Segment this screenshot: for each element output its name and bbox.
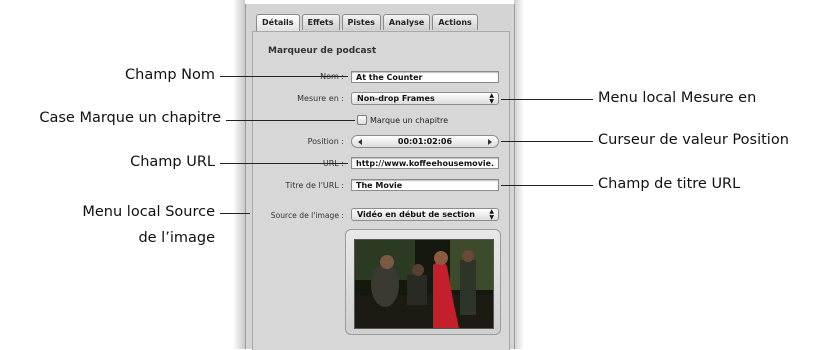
url-field[interactable]: http://www.koffeehousemovie. [351, 157, 499, 169]
mesure-popup[interactable]: Non-drop Frames ▲ ▼ [351, 92, 499, 105]
callout-line-chapitre [226, 120, 355, 121]
panel-shadow-right [514, 0, 524, 349]
callout-line-source [220, 213, 250, 214]
callout-champ-nom: Champ Nom [125, 67, 215, 83]
mesure-popup-value: Non-drop Frames [357, 94, 435, 103]
callout-champ-titre-url: Champ de titre URL [598, 176, 741, 192]
titre-url-field[interactable]: The Movie [351, 179, 499, 191]
callout-menu-source-1: Menu local Source [82, 204, 215, 220]
position-label: Position : [307, 137, 344, 146]
position-value: 00:01:02:06 [397, 137, 453, 146]
right-arrow-icon[interactable] [488, 139, 492, 145]
chapter-checkbox-label: Marque un chapitre [370, 116, 449, 125]
callout-line-url [220, 163, 348, 164]
position-value-slider[interactable]: 00:01:02:06 [351, 135, 499, 148]
nom-field[interactable]: At the Counter [351, 71, 499, 83]
titre-url-label: Titre de l'URL : [285, 181, 344, 190]
chapter-checkbox[interactable] [357, 115, 367, 125]
callout-menu-mesure: Menu local Mesure en [598, 90, 757, 106]
callout-line-position [501, 141, 593, 142]
callout-champ-url: Champ URL [130, 154, 215, 170]
callout-line-mesure [501, 99, 593, 100]
callout-menu-source-2: de l’image [138, 230, 215, 246]
callout-curseur-position: Curseur de valeur Position [598, 132, 789, 148]
source-popup-value: Vidéo en début de section [357, 210, 475, 219]
tab-pistes[interactable]: Pistes [341, 14, 381, 30]
mesure-label: Mesure en : [297, 94, 344, 103]
section-title: Marqueur de podcast [268, 46, 377, 56]
source-label: Source de l'image : [270, 211, 344, 220]
popup-arrows-icon: ▲ ▼ [489, 92, 494, 105]
panel-shadow-left [233, 0, 245, 349]
popup-arrows-icon: ▲ ▼ [489, 208, 494, 221]
tab-actions[interactable]: Actions [432, 14, 478, 30]
marker-image [354, 239, 494, 329]
source-popup[interactable]: Vidéo en début de section ▲ ▼ [351, 208, 499, 221]
tab-bar: Détails Effets Pistes Analyse Actions [256, 14, 480, 31]
callout-line-nom [220, 76, 348, 77]
tab-analyse[interactable]: Analyse [382, 14, 431, 30]
tab-effets[interactable]: Effets [301, 14, 340, 30]
callout-line-titre-url [501, 185, 593, 186]
tab-details[interactable]: Détails [256, 14, 300, 31]
scene-illustration [355, 240, 493, 328]
callout-case-chapitre: Case Marque un chapitre [39, 110, 221, 126]
